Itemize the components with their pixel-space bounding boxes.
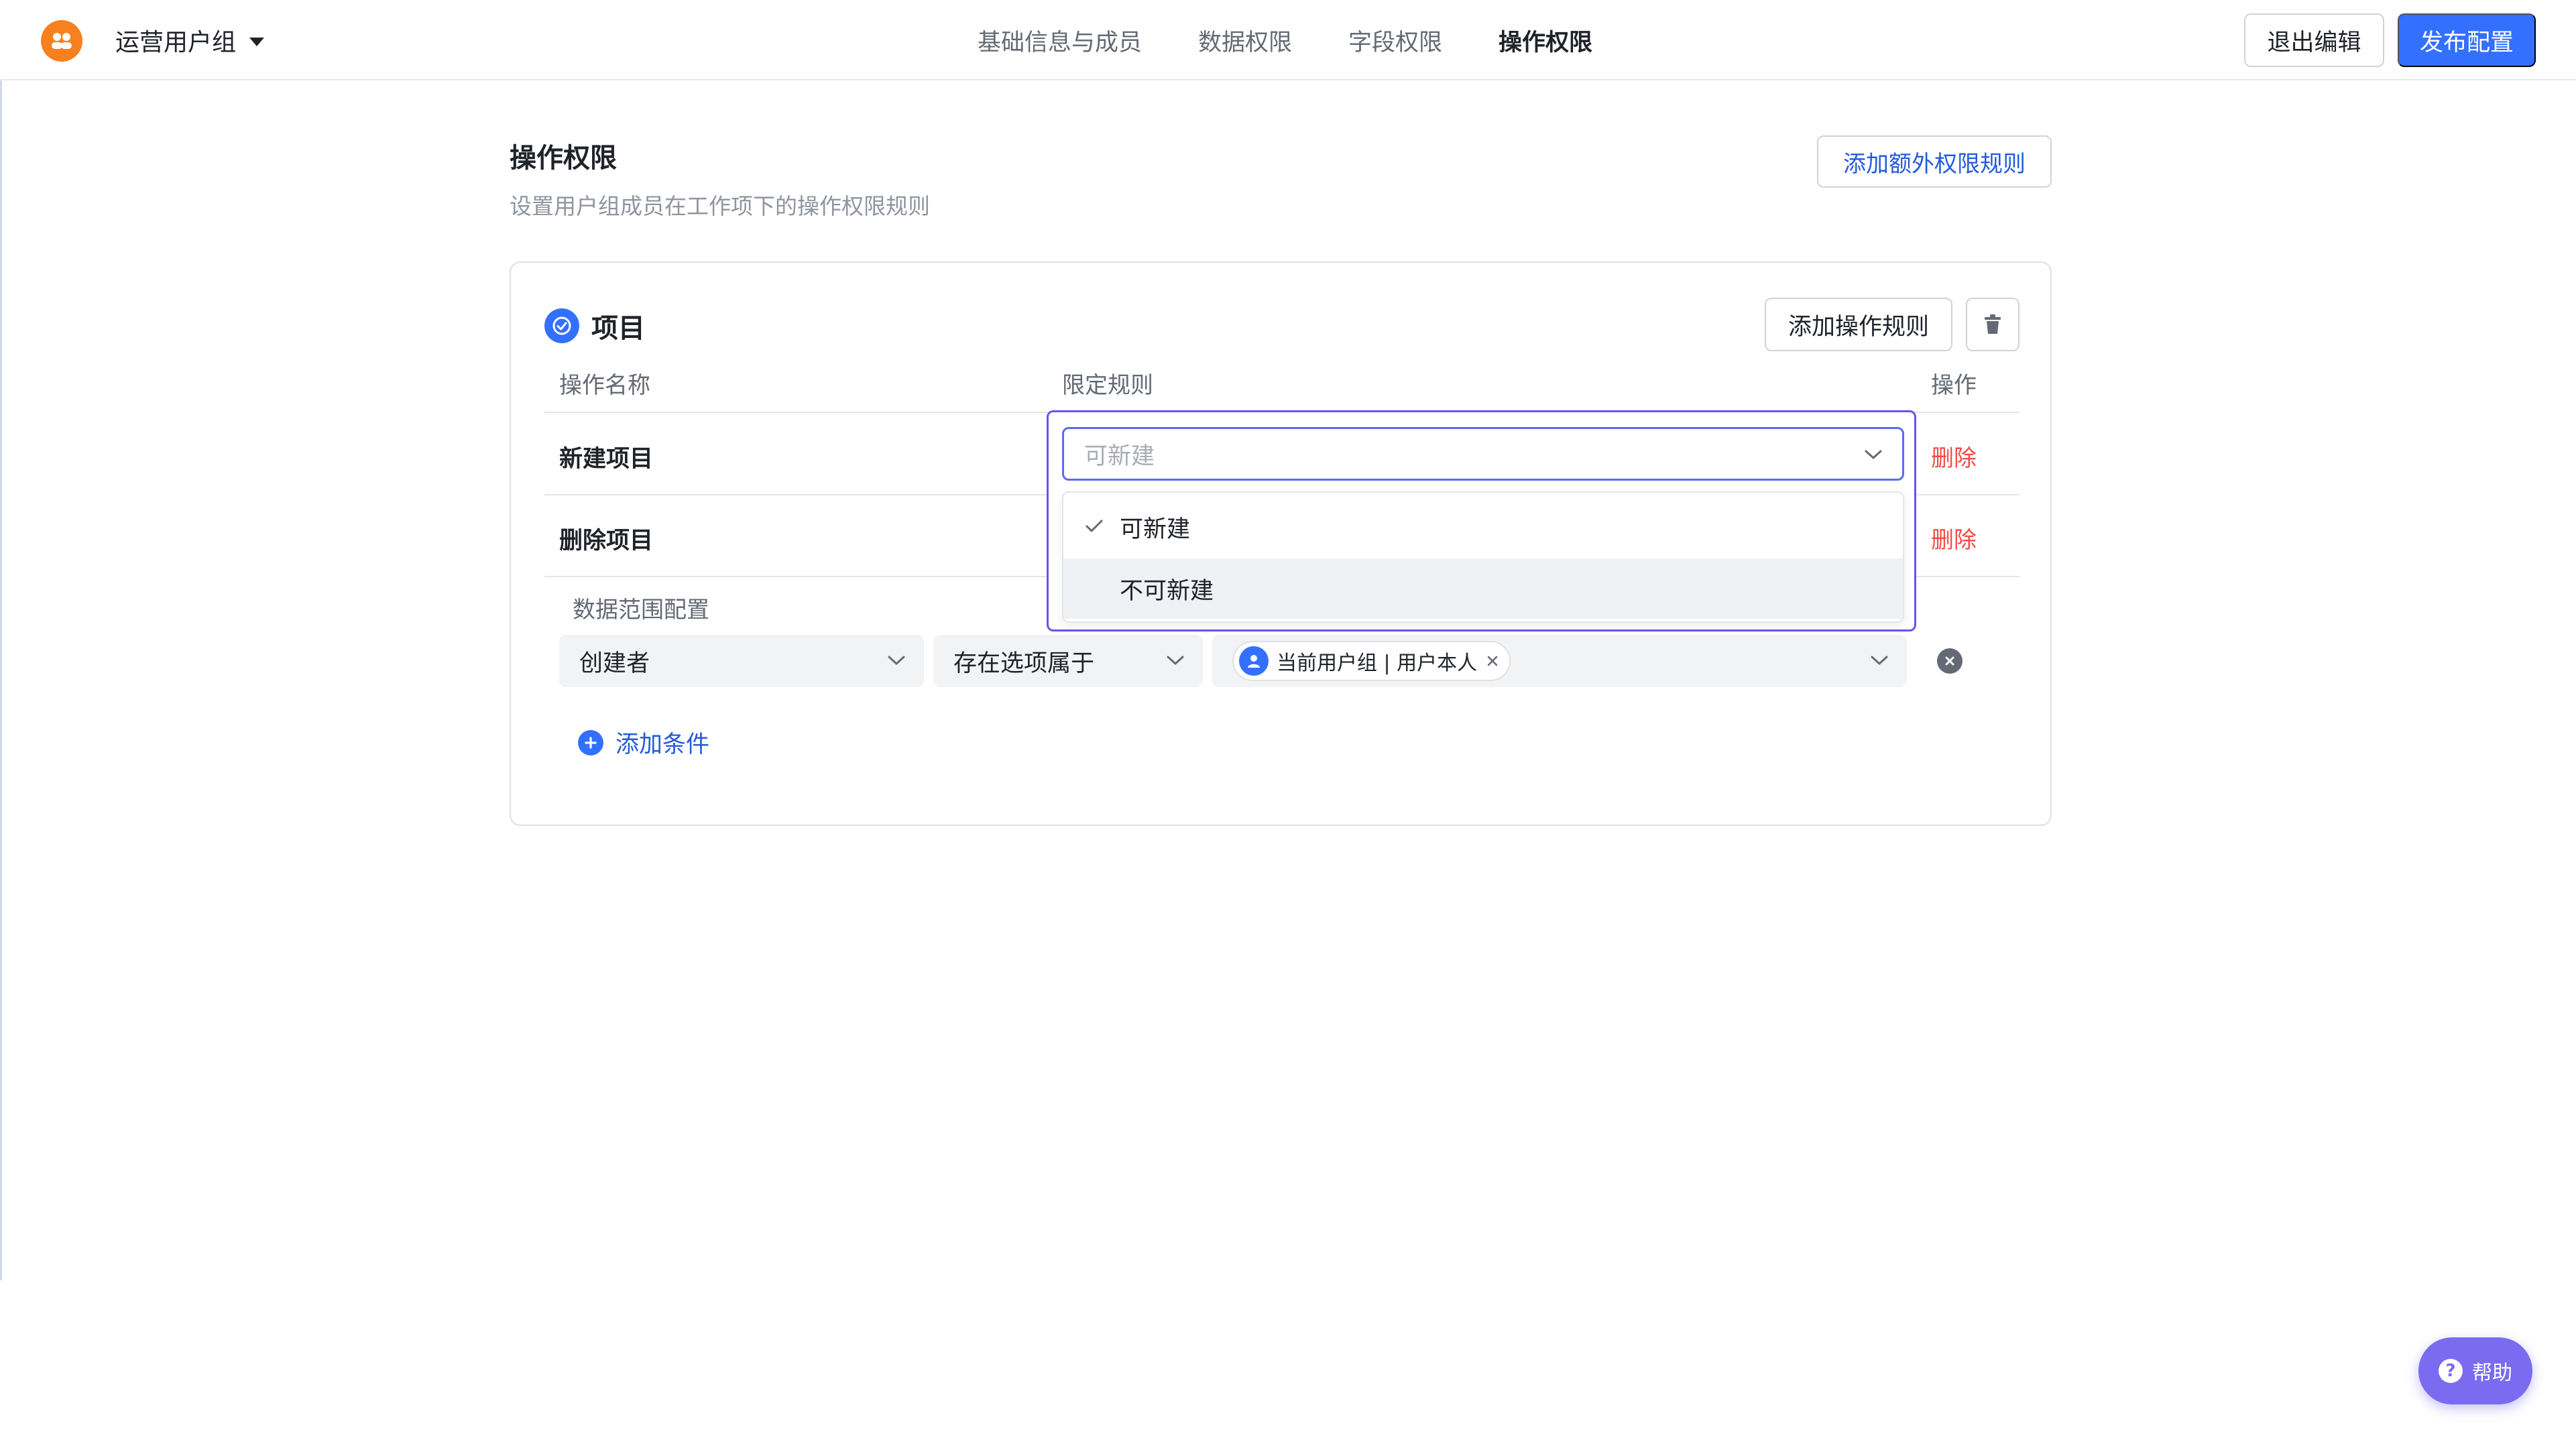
option-can-create[interactable]: 可新建	[1063, 497, 1903, 557]
tab-operation-permission[interactable]: 操作权限	[1499, 23, 1592, 58]
value-chip-label: 当前用户组 | 用户本人	[1277, 652, 1478, 675]
card-title: 项目	[591, 313, 645, 344]
column-header-name: 操作名称	[559, 372, 650, 399]
chevron-down-icon	[1865, 450, 1882, 459]
rule-dropdown-overlay: 可新建 可新建 不可新建	[1047, 410, 1916, 631]
user-avatar-icon	[1239, 646, 1269, 676]
scope-value-select[interactable]: 当前用户组 | 用户本人	[1212, 635, 1907, 687]
rule-select-input[interactable]: 可新建	[1062, 427, 1904, 481]
help-button[interactable]: ? 帮助	[2418, 1337, 2532, 1404]
app-root: 运营用户组 基础信息与成员 数据权限 字段权限 操作权限 退出编辑 发布配置 操…	[0, 0, 2576, 1448]
user-group-logo-icon	[41, 20, 82, 62]
tab-data-permission[interactable]: 数据权限	[1198, 23, 1292, 58]
check-circle-icon	[544, 308, 579, 343]
delete-row-create-link[interactable]: 删除	[1931, 440, 1977, 473]
delete-row-delete-link[interactable]: 删除	[1931, 522, 1977, 554]
add-extra-rule-button[interactable]: 添加额外权限规则	[1817, 135, 2052, 188]
exit-edit-button[interactable]: 退出编辑	[2244, 13, 2384, 67]
operation-name-create: 新建项目	[559, 446, 654, 473]
top-header: 运营用户组 基础信息与成员 数据权限 字段权限 操作权限 退出编辑 发布配置	[0, 0, 2576, 80]
scope-operator-value: 存在选项属于	[953, 650, 1095, 677]
option-label: 不可新建	[1120, 577, 1214, 605]
rule-options-list: 可新建 不可新建	[1062, 491, 1904, 623]
card-header: 项目	[544, 306, 645, 345]
group-name-label: 运营用户组	[115, 29, 237, 56]
chevron-down-icon	[1167, 656, 1184, 665]
chip-close-icon[interactable]	[1485, 654, 1500, 668]
caret-down-icon	[249, 37, 265, 46]
scope-field-value: 创建者	[579, 650, 650, 677]
column-header-action: 操作	[1931, 372, 1977, 399]
option-cannot-create[interactable]: 不可新建	[1063, 558, 1903, 619]
operation-name-delete: 删除项目	[559, 528, 654, 554]
left-edge-divider	[0, 0, 2, 1280]
add-operation-rule-button[interactable]: 添加操作规则	[1765, 298, 1952, 351]
column-header-rule: 限定规则	[1062, 372, 1153, 399]
chevron-down-icon	[888, 656, 905, 665]
tab-basic-info[interactable]: 基础信息与成员	[978, 23, 1142, 58]
remove-condition-icon[interactable]	[1937, 648, 1963, 674]
add-condition-button[interactable]: 添加条件	[578, 725, 709, 760]
trash-icon	[1985, 314, 2001, 334]
delete-card-button[interactable]	[1966, 298, 2019, 351]
tab-field-permission[interactable]: 字段权限	[1348, 23, 1442, 58]
add-condition-label: 添加条件	[616, 731, 710, 758]
value-chip: 当前用户组 | 用户本人	[1232, 641, 1511, 681]
chevron-down-icon	[1871, 656, 1888, 665]
publish-button[interactable]: 发布配置	[2398, 13, 2536, 67]
data-scope-label: 数据范围配置	[573, 597, 709, 623]
check-icon	[1086, 520, 1103, 532]
question-icon: ?	[2439, 1359, 2463, 1383]
rule-select-placeholder: 可新建	[1084, 442, 1155, 470]
section-title: 操作权限	[510, 143, 617, 174]
plus-circle-icon	[578, 729, 603, 756]
scope-field-select[interactable]: 创建者	[559, 635, 924, 687]
scope-operator-select[interactable]: 存在选项属于	[933, 635, 1203, 687]
group-switcher[interactable]: 运营用户组	[115, 23, 265, 58]
section-description: 设置用户组成员在工作项下的操作权限规则	[510, 193, 930, 219]
help-label: 帮助	[2472, 1362, 2512, 1385]
option-label: 可新建	[1120, 516, 1191, 543]
tab-bar: 基础信息与成员 数据权限 字段权限 操作权限	[978, 0, 1649, 80]
